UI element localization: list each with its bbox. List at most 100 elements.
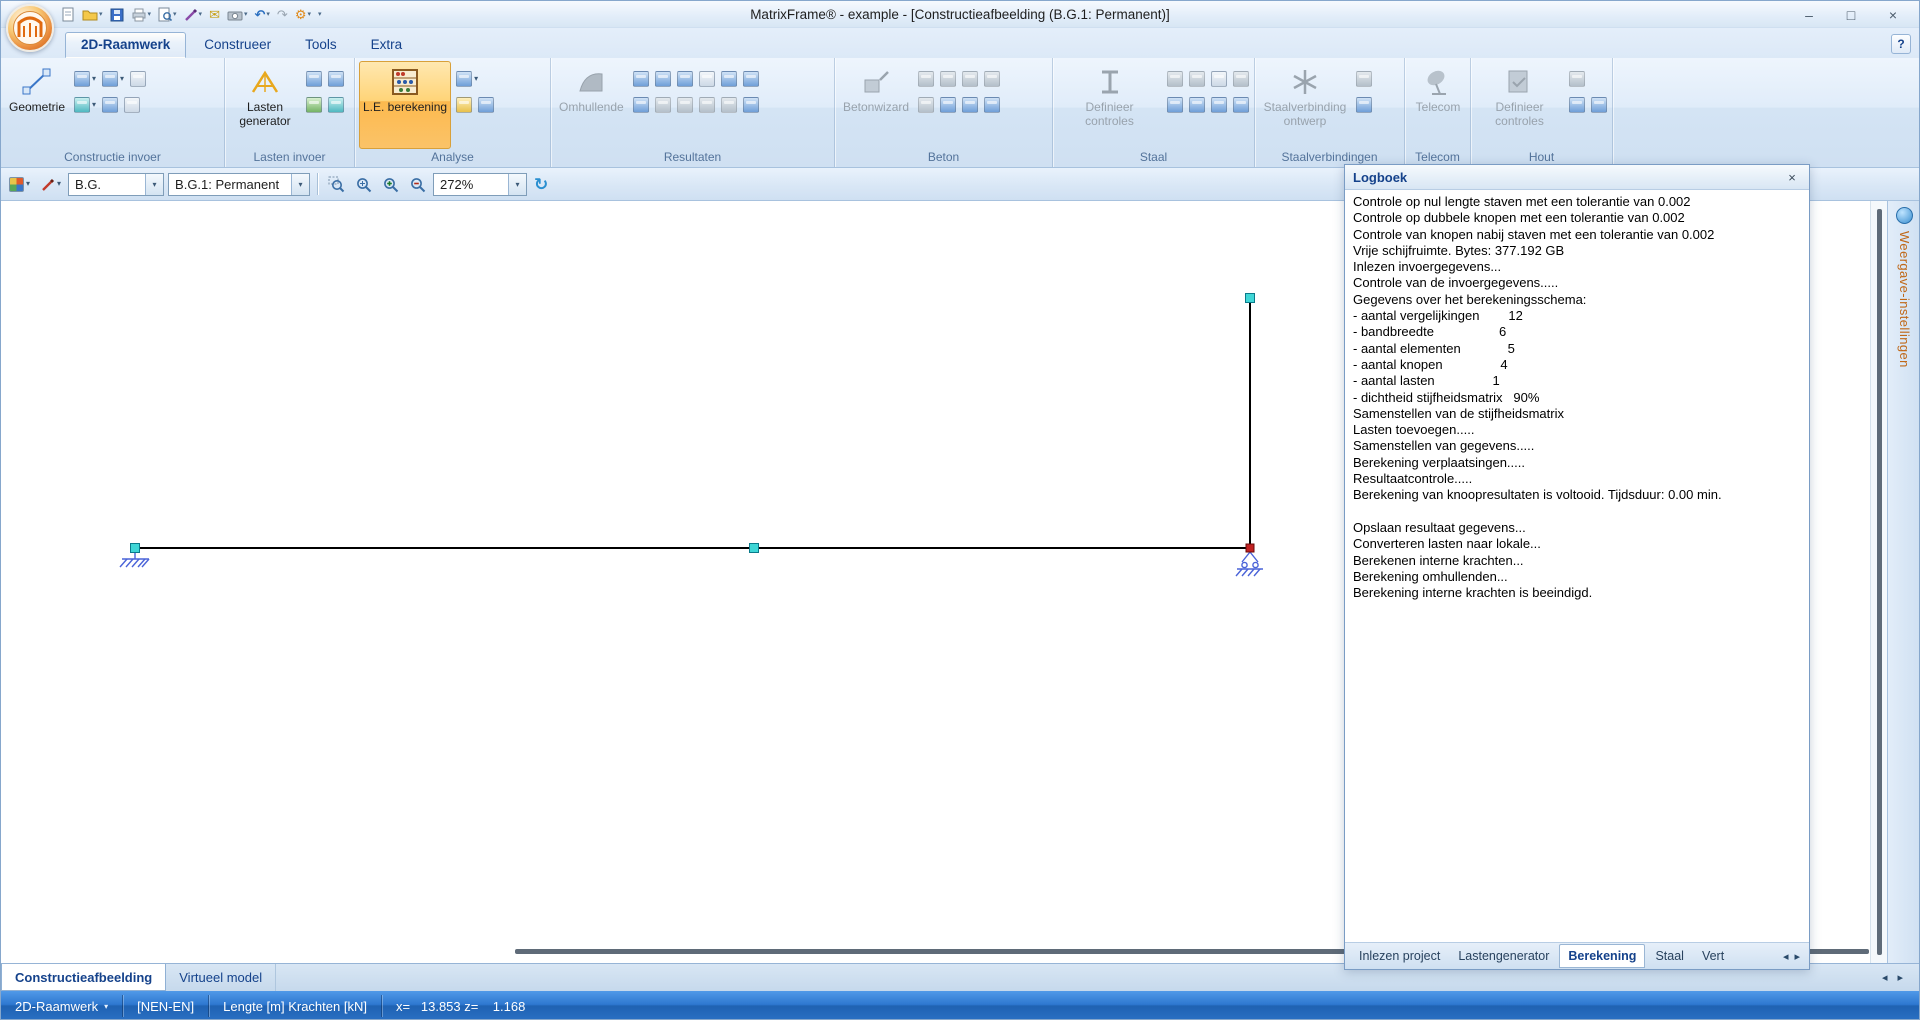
help-button[interactable]: ? [1891,34,1911,54]
telecom-button[interactable]: Telecom [1409,61,1467,149]
tab-extra[interactable]: Extra [355,32,419,58]
staal-r2-button[interactable] [1187,94,1207,115]
result-steps-button[interactable] [653,94,673,115]
qat-customize-button[interactable]: ▾ [315,4,325,25]
betonwizard-button[interactable]: Betonwizard [839,61,913,149]
calculation-settings-button[interactable]: ▾ [454,68,480,89]
profiles-button[interactable]: ▾ [72,68,98,89]
loadgroup-dropdown[interactable]: B.G.▾ [68,173,164,196]
redo-button[interactable]: ↷ [274,4,291,25]
result-flags-button[interactable] [719,68,739,89]
logtab-berekening[interactable]: Berekening [1559,944,1645,968]
beton-t3-button[interactable] [960,68,980,89]
tab-construeer[interactable]: Construeer [188,32,287,58]
print-preview-button[interactable]: ▾ [155,4,180,25]
new-document-button[interactable] [59,4,78,25]
send-mail-button[interactable]: ✉ [206,4,223,25]
zoom-in-button[interactable] [379,172,402,196]
logboek-titlebar[interactable]: Logboek × [1345,165,1809,190]
result-my-button[interactable] [675,68,695,89]
staal-r3-button[interactable] [1209,94,1229,115]
statusbar-mode-dropdown[interactable]: 2D-Raamwerk▾ [1,991,122,1020]
verbinding-1-button[interactable] [1354,68,1374,89]
staal-c4-button[interactable] [1231,68,1251,89]
beton-t1-button[interactable] [916,68,936,89]
staal-c2-button[interactable] [1187,68,1207,89]
material-button[interactable] [122,94,142,115]
result-deflection-button[interactable] [631,94,651,115]
app-menu-button[interactable] [6,4,54,52]
beton-t2-button[interactable] [938,68,958,89]
weergave-instellingen-tab[interactable]: Weergave-instellingen [1887,201,1920,963]
minimize-button[interactable]: – [1789,4,1829,25]
result-vz-button[interactable] [653,68,673,89]
zoom-out-button[interactable] [406,172,429,196]
beton-chart-button[interactable] [938,94,958,115]
vertical-scrollbar-thumb[interactable] [1877,209,1882,955]
load-case-button[interactable] [304,94,324,115]
logtab-vert[interactable]: Vert [1694,945,1732,967]
omhullende-button[interactable]: Omhullende [555,61,628,149]
close-button[interactable]: × [1873,4,1913,25]
result-steps2-button[interactable] [675,94,695,115]
beton-phi-button[interactable] [916,94,936,115]
result-colors-button[interactable] [741,68,761,89]
logtab-staal[interactable]: Staal [1647,945,1692,967]
result-tools-button[interactable] [741,94,761,115]
settings-button[interactable]: ⚙▾ [292,4,314,25]
analysis-options-button[interactable] [476,94,496,115]
member-type-button[interactable]: ▾ [100,68,126,89]
open-file-button[interactable]: ▾ [79,4,106,25]
redraw-button[interactable]: ↻ [531,172,551,196]
tab-scroll-left-icon[interactable]: ◂ [1780,950,1792,963]
staal-definieer-controles-button[interactable]: Definieer controles [1057,61,1162,149]
hout-3-button[interactable] [1589,94,1609,115]
beton-t4-button[interactable] [982,68,1002,89]
vertical-scrollbar[interactable] [1870,201,1887,963]
doctab-constructieafbeelding[interactable]: Constructieafbeelding [1,964,166,991]
verbinding-2-button[interactable] [1354,94,1374,115]
dimension-button[interactable] [128,68,148,89]
beton-grid-button[interactable] [960,94,980,115]
result-nx-button[interactable] [631,68,651,89]
staalverbinding-ontwerp-button[interactable]: Staalverbinding ontwerp [1259,61,1351,149]
result-phi-button[interactable] [697,94,717,115]
undo-button[interactable]: ↶▾ [251,4,272,25]
loadcase-dropdown[interactable]: B.G.1: Permanent▾ [168,173,310,196]
hout-definieer-controles-button[interactable]: Definieer controles [1475,61,1564,149]
doctab-scroll-left-icon[interactable]: ◂ [1882,971,1888,984]
close-icon[interactable]: × [1783,170,1801,185]
hinges-button[interactable] [100,94,120,115]
result-picture-button[interactable] [697,68,717,89]
display-options-button[interactable]: ▾ [6,172,33,196]
doctab-virtueel-model[interactable]: Virtueel model [166,964,276,991]
staal-r1-button[interactable] [1165,94,1185,115]
screenshot-button[interactable]: ▾ [224,4,251,25]
tab-2d-raamwerk[interactable]: 2D-Raamwerk [65,32,186,58]
result-extra-button[interactable] [719,94,739,115]
geometrie-button[interactable]: Geometrie [5,61,69,149]
load-chart-button[interactable] [326,94,346,115]
export-button[interactable]: ▾ [181,4,206,25]
zoom-extents-button[interactable] [352,172,375,196]
zoom-level-dropdown[interactable]: 272%▾ [433,173,527,196]
hout-1-button[interactable] [1567,68,1587,89]
modify-tool-button[interactable]: ▾ [37,172,64,196]
tab-tools[interactable]: Tools [289,32,353,58]
lasten-generator-button[interactable]: Lasten generator [229,61,301,149]
supports-button[interactable]: ▾ [72,94,98,115]
staal-c3-button[interactable] [1209,68,1229,89]
staal-c1-button[interactable] [1165,68,1185,89]
beton-sort-button[interactable] [982,94,1002,115]
tab-scroll-right-icon[interactable]: ▸ [1791,950,1803,963]
le-berekening-button[interactable]: L.E. berekening [359,61,451,149]
matrix-button[interactable] [454,94,474,115]
logtab-inlezen-project[interactable]: Inlezen project [1351,945,1448,967]
copy-load-button[interactable] [326,68,346,89]
select-load-button[interactable] [304,68,324,89]
save-button[interactable] [107,4,127,25]
zoom-window-button[interactable] [325,172,348,196]
staal-r4-button[interactable] [1231,94,1251,115]
doctab-scroll-right-icon[interactable]: ▸ [1897,971,1903,984]
logtab-lastengenerator[interactable]: Lastengenerator [1450,945,1557,967]
